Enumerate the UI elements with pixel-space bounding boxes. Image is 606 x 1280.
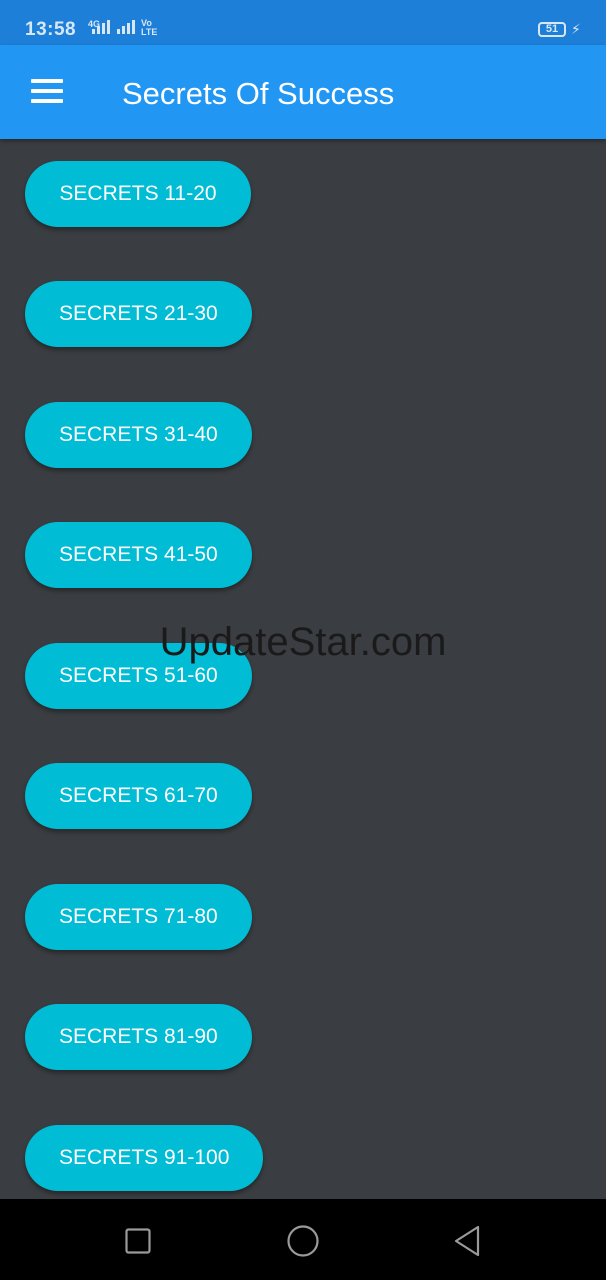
network-tag-volte: Vo LTE [141,18,158,37]
hamburger-menu-icon [31,79,63,83]
menu-button[interactable] [20,70,74,114]
secrets-list: SECRETS 11-20 SECRETS 21-30 SECRETS 31-4… [0,139,606,1199]
battery-icon: 51 [538,22,566,37]
charging-bolt-icon: ⚡ [571,21,581,37]
secrets-21-30-button[interactable]: SECRETS 21-30 [25,281,252,347]
circle-home-icon [287,1225,319,1257]
page-title: Secrets Of Success [122,76,395,111]
triangle-back-icon [454,1225,480,1257]
secrets-41-50-button[interactable]: SECRETS 41-50 [25,522,252,588]
signal-strength-icon [92,20,110,34]
signal-strength-icon-2 [117,20,135,34]
hamburger-menu-icon [31,99,63,103]
status-bar: 13:58 4G Vo LTE 51 ⚡ [0,0,606,45]
recents-button[interactable] [116,1219,160,1263]
secrets-91-100-button[interactable]: SECRETS 91-100 [25,1125,264,1191]
square-recents-icon [125,1228,151,1254]
app-bar: Secrets Of Success [0,45,606,139]
battery-level: 51 [545,23,559,35]
secrets-81-90-button[interactable]: SECRETS 81-90 [25,1004,252,1070]
secrets-31-40-button[interactable]: SECRETS 31-40 [25,402,252,468]
back-button[interactable] [446,1219,490,1263]
home-button[interactable] [281,1219,325,1263]
status-time: 13:58 [25,19,77,40]
secrets-61-70-button[interactable]: SECRETS 61-70 [25,763,252,829]
hamburger-menu-icon [31,89,63,93]
secrets-51-60-button[interactable]: SECRETS 51-60 [25,643,252,709]
secrets-71-80-button[interactable]: SECRETS 71-80 [25,884,252,950]
secrets-11-20-button[interactable]: SECRETS 11-20 [25,161,251,227]
navigation-bar [0,1199,606,1280]
